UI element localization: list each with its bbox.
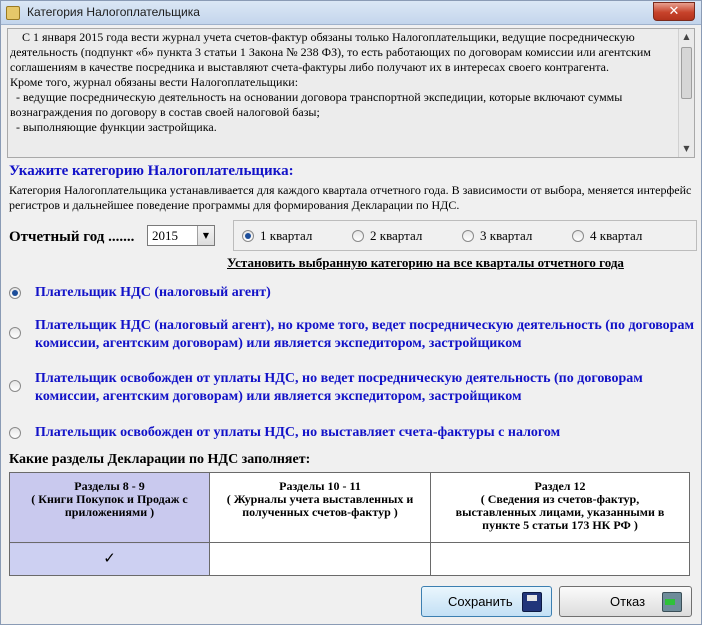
cancel-button[interactable]: Отказ xyxy=(559,586,692,617)
window-title: Категория Налогоплательщика xyxy=(27,5,200,19)
radio-icon[interactable] xyxy=(9,380,21,392)
column-subtitle: ( Сведения из счетов-фактур, выставленны… xyxy=(455,492,665,532)
exit-door-icon xyxy=(662,592,682,612)
save-button[interactable]: Сохранить xyxy=(421,586,552,617)
quarter-2-radio[interactable]: 2 квартал xyxy=(352,228,422,244)
scroll-thumb[interactable] xyxy=(681,47,692,99)
title-bar[interactable]: Категория Налогоплательщика ✕ xyxy=(1,1,701,25)
section-8-9-column: Разделы 8 - 9 ( Книги Покупок и Продаж с… xyxy=(10,473,210,575)
dialog-window: Категория Налогоплательщика ✕ С 1 января… xyxy=(0,0,702,625)
column-header: Разделы 10 - 11 ( Журналы учета выставле… xyxy=(210,473,430,543)
chevron-down-icon[interactable]: ▼ xyxy=(197,226,214,245)
info-paragraph: - ведущие посредническую деятельность на… xyxy=(10,90,626,119)
quarter-label: 2 квартал xyxy=(370,228,423,243)
section-10-11-column: Разделы 10 - 11 ( Журналы учета выставле… xyxy=(210,473,431,575)
category-option-label: Плательщик освобожден от уплаты НДС, но … xyxy=(35,371,643,404)
info-text-box[interactable]: С 1 января 2015 года вести журнал учета … xyxy=(7,28,695,158)
year-select[interactable]: 2015 ▼ xyxy=(147,225,215,246)
quarter-label: 4 квартал xyxy=(590,228,643,243)
radio-icon[interactable] xyxy=(572,230,584,242)
quarter-label: 3 квартал xyxy=(480,228,533,243)
close-button[interactable]: ✕ xyxy=(653,2,695,21)
radio-icon[interactable] xyxy=(352,230,364,242)
category-heading: Укажите категорию Налогоплательщика: xyxy=(9,163,294,179)
app-icon xyxy=(6,6,20,20)
info-scrollbar[interactable]: ▲ ▼ xyxy=(678,29,694,157)
floppy-disk-icon xyxy=(522,592,542,612)
column-cell xyxy=(431,544,689,575)
info-text: С 1 января 2015 года вести журнал учета … xyxy=(10,30,678,135)
radio-checked-icon[interactable] xyxy=(242,230,254,242)
radio-checked-icon[interactable] xyxy=(9,287,21,299)
info-paragraph: С 1 января 2015 года вести журнал учета … xyxy=(10,30,654,74)
sections-table: Разделы 8 - 9 ( Книги Покупок и Продаж с… xyxy=(9,472,690,576)
column-header: Раздел 12 ( Сведения из счетов-фактур, в… xyxy=(431,473,689,543)
checkmark-icon: ✓ xyxy=(10,544,209,575)
category-option-label: Плательщик НДС (налоговый агент) xyxy=(35,285,271,300)
column-cell xyxy=(210,544,430,575)
category-description: Категория Налогоплательщика устанавливае… xyxy=(9,183,692,212)
quarter-group: 1 квартал 2 квартал 3 квартал 4 квартал xyxy=(233,220,697,251)
info-paragraph: - выполняющие функции застройщика. xyxy=(10,120,217,134)
category-option-label: Плательщик освобожден от уплаты НДС, но … xyxy=(35,425,561,440)
column-header: Разделы 8 - 9 ( Книги Покупок и Продаж с… xyxy=(10,473,209,543)
radio-icon[interactable] xyxy=(462,230,474,242)
cancel-button-label: Отказ xyxy=(610,594,646,609)
quarter-3-radio[interactable]: 3 квартал xyxy=(462,228,532,244)
radio-icon[interactable] xyxy=(9,427,21,439)
year-value: 2015 xyxy=(152,228,178,243)
sections-heading: Какие разделы Декларации по НДС заполняе… xyxy=(9,452,311,467)
column-subtitle: ( Журналы учета выставленных и полученны… xyxy=(226,492,414,519)
section-12-column: Раздел 12 ( Сведения из счетов-фактур, в… xyxy=(431,473,689,575)
radio-icon[interactable] xyxy=(9,327,21,339)
save-button-label: Сохранить xyxy=(448,594,513,609)
set-all-quarters-link[interactable]: Установить выбранную категорию на все кв… xyxy=(227,255,624,271)
info-paragraph: Кроме того, журнал обязаны вести Налогоп… xyxy=(10,75,299,89)
scroll-up-icon[interactable]: ▲ xyxy=(679,29,694,45)
quarter-4-radio[interactable]: 4 квартал xyxy=(572,228,642,244)
scroll-down-icon[interactable]: ▼ xyxy=(679,141,694,157)
column-subtitle: ( Книги Покупок и Продаж с приложениями … xyxy=(31,492,188,519)
category-option-label: Плательщик НДС (налоговый агент), но кро… xyxy=(35,318,695,351)
quarter-1-radio[interactable]: 1 квартал xyxy=(242,228,312,244)
quarter-label: 1 квартал xyxy=(260,228,313,243)
year-label: Отчетный год ....... xyxy=(9,229,135,245)
